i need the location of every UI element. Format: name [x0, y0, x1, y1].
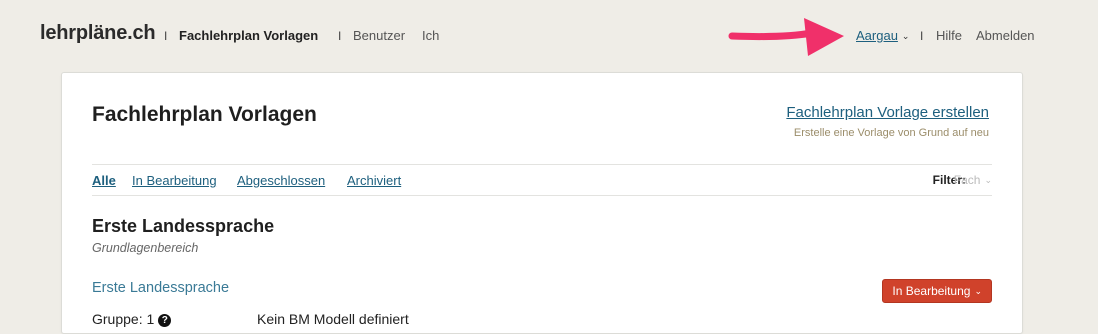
page-title: Fachlehrplan Vorlagen	[92, 103, 317, 126]
annotation-arrow-icon	[728, 18, 844, 56]
nav-ich[interactable]: Ich	[422, 28, 439, 43]
canton-label: Aargau	[856, 28, 898, 43]
main-card: Fachlehrplan Vorlagen Fachlehrplan Vorla…	[61, 72, 1023, 334]
create-template-link[interactable]: Fachlehrplan Vorlage erstellen	[786, 104, 989, 121]
chevron-down-icon: ⌄	[901, 31, 910, 41]
canton-dropdown[interactable]: Aargau ⌄	[856, 28, 909, 43]
nav-separator: I	[338, 29, 342, 43]
filter-value: Fach	[953, 173, 981, 187]
nav-benutzer[interactable]: Benutzer	[353, 28, 405, 43]
help-icon[interactable]: ?	[158, 314, 172, 327]
nav-abmelden[interactable]: Abmelden	[976, 28, 1035, 43]
status-label: In Bearbeitung	[892, 284, 971, 298]
group-info: Gruppe: 1?	[92, 311, 172, 327]
tab-alle[interactable]: Alle	[92, 173, 116, 188]
chevron-down-icon: ⌄	[984, 175, 992, 185]
section-title: Erste Landessprache	[92, 216, 275, 236]
group-label: Gruppe: 1	[92, 311, 155, 327]
status-dropdown-button[interactable]: In Bearbeitung ⌄	[882, 279, 992, 303]
nav-separator: I	[920, 29, 924, 43]
template-title-link[interactable]: Erste Landessprache	[92, 280, 229, 296]
section-subtitle: Grundlagenbereich	[92, 241, 199, 255]
nav-separator: I	[164, 29, 168, 43]
create-template-hint: Erstelle eine Vorlage von Grund auf neu	[793, 127, 989, 139]
model-info: Kein BM Modell definiert	[257, 311, 409, 327]
divider	[92, 164, 992, 165]
divider	[92, 195, 992, 196]
top-navigation: lehrpläne.ch I Fachlehrplan Vorlagen I B…	[0, 0, 1098, 70]
nav-hilfe[interactable]: Hilfe	[936, 28, 962, 43]
nav-fachlehrplan-vorlagen[interactable]: Fachlehrplan Vorlagen	[179, 28, 318, 43]
chevron-down-icon: ⌄	[974, 286, 982, 296]
brand-logo[interactable]: lehrpläne.ch	[40, 22, 156, 45]
tab-in-bearbeitung[interactable]: In Bearbeitung	[132, 173, 217, 188]
tab-archiviert[interactable]: Archiviert	[347, 173, 401, 188]
tab-abgeschlossen[interactable]: Abgeschlossen	[237, 173, 325, 188]
filter-select[interactable]: Fach ⌄	[954, 173, 992, 187]
